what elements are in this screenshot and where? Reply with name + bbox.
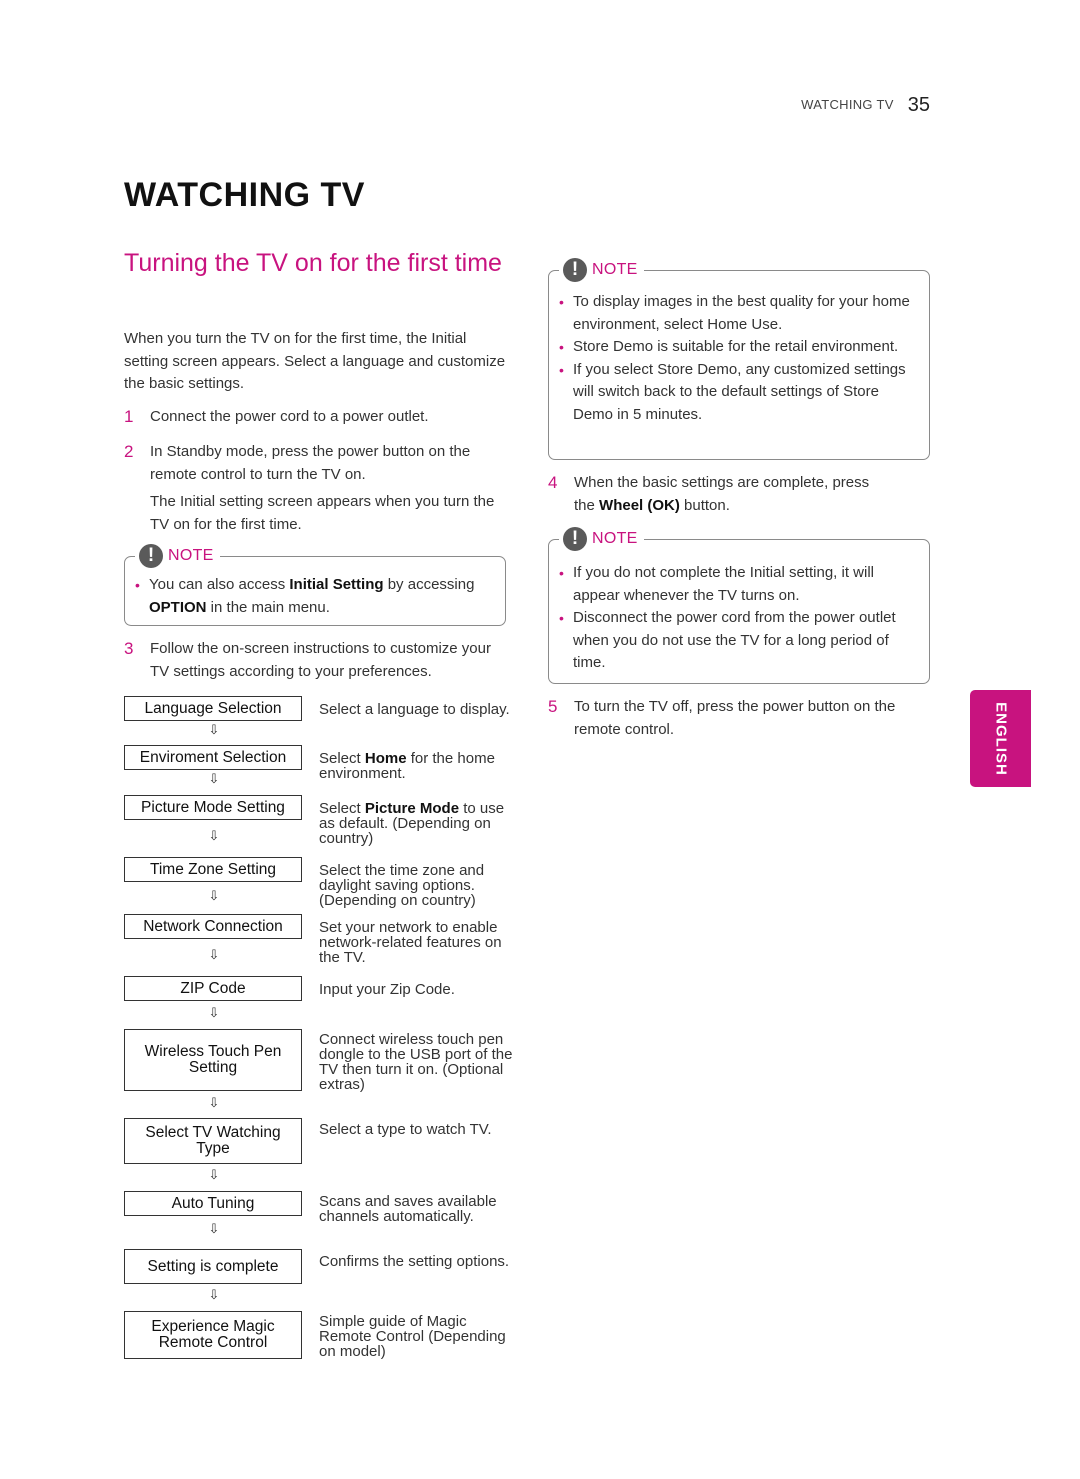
exclamation-icon: !: [563, 527, 587, 551]
bold-term: Initial Setting: [289, 576, 384, 593]
flow-box: Select TV Watching Type: [124, 1118, 302, 1164]
step-number: 4: [548, 473, 558, 492]
note-list: You can also access Initial Setting by a…: [135, 574, 497, 619]
note-item: If you select Store Demo, any customized…: [559, 359, 921, 427]
flow-desc: Select a language to display.: [319, 701, 510, 718]
note-label: NOTE: [168, 547, 214, 564]
step-number: 2: [124, 442, 134, 461]
flow-box: Wireless Touch Pen Setting: [124, 1029, 302, 1091]
down-arrow-icon: ⇩: [208, 947, 220, 962]
flow-desc: Simple guide of Magic Remote Control (De…: [319, 1313, 506, 1360]
note-box: ! NOTE If you do not complete the Initia…: [548, 526, 930, 684]
page-number: 35: [907, 94, 930, 116]
down-arrow-icon: ⇩: [208, 888, 220, 903]
note-item: To display images in the best quality fo…: [559, 291, 921, 336]
flow-box: Time Zone Setting: [124, 857, 302, 882]
step-subtext: The Initial setting screen appears when …: [150, 493, 495, 533]
flow-desc: Connect wireless touch pen dongle to the…: [319, 1031, 513, 1093]
flow-desc: Confirms the setting options.: [319, 1253, 510, 1270]
flow-desc: Set your network to enable network-relat…: [319, 919, 502, 966]
note-header: ! NOTE: [135, 543, 220, 569]
down-arrow-icon: ⇩: [208, 1005, 220, 1020]
note-box: ! NOTE To display images in the best qua…: [548, 257, 930, 460]
down-arrow-icon: ⇩: [208, 722, 220, 737]
down-arrow-icon: ⇩: [208, 1095, 220, 1110]
step-number: 5: [548, 697, 558, 716]
step-2: 2 In Standby mode, press the power butto…: [124, 441, 514, 533]
note-item: You can also access Initial Setting by a…: [135, 574, 497, 619]
exclamation-icon: !: [139, 544, 163, 568]
flow-box: Picture Mode Setting: [124, 795, 302, 820]
flow-box: Auto Tuning: [124, 1191, 302, 1216]
step-text: Follow the on-screen instructions to cus…: [150, 640, 491, 680]
down-arrow-icon: ⇩: [208, 1221, 220, 1236]
language-tab-label: ENGLISH: [992, 701, 1009, 776]
note-box: ! NOTE You can also access Initial Setti…: [124, 543, 506, 626]
note-label: NOTE: [592, 530, 638, 547]
step-text: When the basic settings are complete, pr…: [574, 474, 870, 514]
step-text: To turn the TV off, press the power butt…: [574, 698, 896, 738]
flow-desc: Select Home for the home environment.: [319, 750, 495, 782]
note-header: ! NOTE: [559, 257, 644, 283]
intro-paragraph: When you turn the TV on for the first ti…: [124, 330, 506, 392]
section-title: Turning the TV on for the first time: [124, 249, 502, 277]
bold-term: OPTION: [149, 598, 207, 616]
note-list: If you do not complete the Initial setti…: [559, 562, 921, 675]
language-tab[interactable]: ENGLISH: [970, 690, 1031, 787]
flow-box: Experience Magic Remote Control: [124, 1311, 302, 1359]
step-number: 3: [124, 639, 134, 658]
flow-desc: Select a type to watch TV.: [319, 1121, 492, 1138]
flow-desc: Select the time zone and daylight saving…: [319, 862, 485, 909]
flow-box: ZIP Code: [124, 976, 302, 1001]
note-header: ! NOTE: [559, 526, 644, 552]
note-list: To display images in the best quality fo…: [559, 291, 921, 426]
flow-box: Network Connection: [124, 914, 302, 939]
page-title: WATCHING TV: [124, 176, 365, 214]
down-arrow-icon: ⇩: [208, 1167, 220, 1182]
down-arrow-icon: ⇩: [208, 1287, 220, 1302]
note-item: Disconnect the power cord from the power…: [559, 607, 921, 675]
note-item: Store Demo is suitable for the retail en…: [559, 336, 921, 359]
down-arrow-icon: ⇩: [208, 771, 220, 786]
down-arrow-icon: ⇩: [208, 828, 220, 843]
bold-term: Wheel (OK): [599, 496, 680, 514]
flow-box: Language Selection: [124, 696, 302, 721]
step-text: In Standby mode, press the power button …: [150, 443, 471, 483]
running-header: WATCHING TV 35: [700, 94, 930, 117]
exclamation-icon: !: [563, 258, 587, 282]
flow-desc: Select Picture Mode to use as default. (…: [319, 800, 505, 847]
note-label: NOTE: [592, 261, 638, 278]
step-number: 1: [124, 407, 134, 426]
flow-box: Setting is complete: [124, 1249, 302, 1284]
flow-desc: Input your Zip Code.: [319, 981, 455, 998]
running-header-section: WATCHING TV: [801, 97, 894, 112]
note-item: If you do not complete the Initial setti…: [559, 562, 921, 607]
flow-desc: Scans and saves available channels autom…: [319, 1193, 497, 1225]
flow-box: Enviroment Selection: [124, 745, 302, 770]
step-text: Connect the power cord to a power outlet…: [150, 408, 429, 425]
